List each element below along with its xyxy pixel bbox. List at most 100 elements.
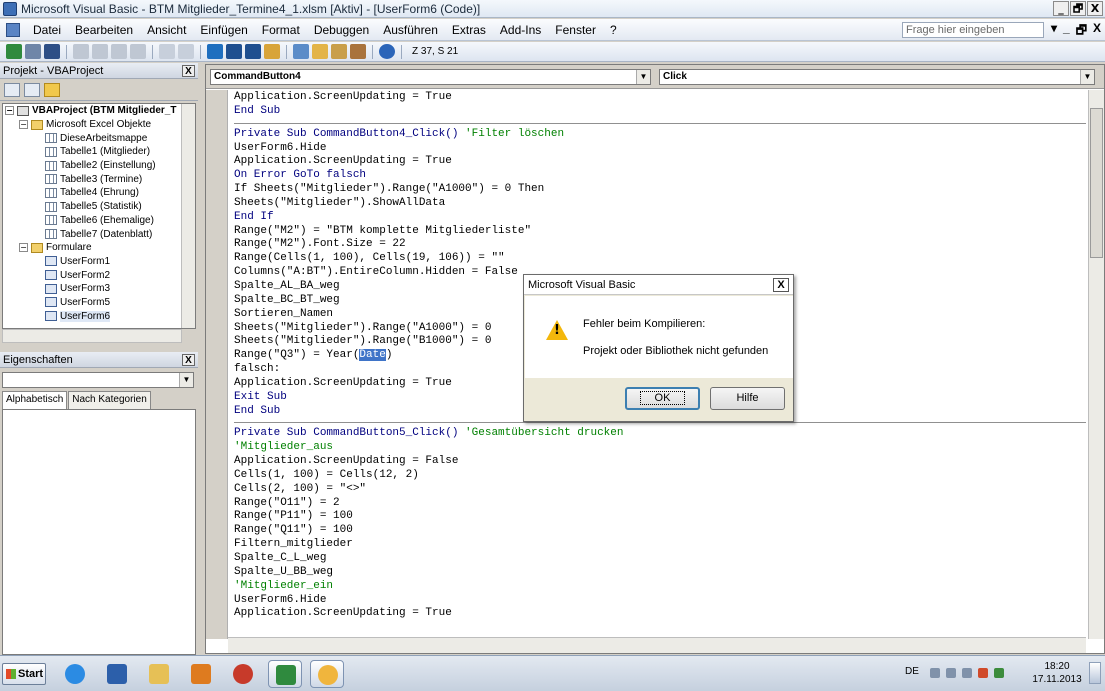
taskbar-internet-explorer[interactable] [58, 660, 92, 688]
menu-bearbeiten[interactable]: Bearbeiten [68, 23, 140, 37]
minimize-button[interactable]: _ [1053, 1, 1069, 16]
menu-addins[interactable]: Add-Ins [493, 23, 548, 37]
view-code-icon[interactable] [4, 82, 20, 97]
chevron-down-icon[interactable]: ▼ [1080, 70, 1094, 84]
code-line[interactable]: Cells(2, 100) = "<>" [234, 483, 1086, 497]
code-line[interactable]: If Sheets("Mitglieder").Range("A1000") =… [234, 183, 1086, 197]
tree-item-sheet[interactable]: Tabelle4 (Ehrung) [3, 186, 195, 200]
code-line[interactable]: Range("P11") = 100 [234, 510, 1086, 524]
code-line[interactable]: On Error GoTo falsch [234, 169, 1086, 183]
help-icon[interactable] [379, 44, 395, 59]
tree-item-sheet[interactable]: Tabelle1 (Mitglieder) [3, 145, 195, 159]
object-browser-icon[interactable] [331, 44, 347, 59]
tab-nach-kategorien[interactable]: Nach Kategorien [68, 391, 151, 409]
menu-help[interactable]: ? [603, 23, 624, 37]
code-line[interactable]: Range("M2").Font.Size = 22 [234, 238, 1086, 252]
code-line[interactable]: Filtern_mitglieder [234, 538, 1086, 552]
tree-item-sheet[interactable]: Tabelle6 (Ehemalige) [3, 214, 195, 228]
vba-app-icon[interactable] [3, 1, 17, 16]
tree-item-excel-objects[interactable]: − Microsoft Excel Objekte [3, 118, 195, 132]
code-line[interactable]: Private Sub CommandButton4_Click() 'Filt… [234, 128, 1086, 142]
copy-icon[interactable] [92, 44, 108, 59]
properties-window-icon[interactable] [312, 44, 328, 59]
save-icon[interactable] [44, 44, 60, 59]
run-icon[interactable] [207, 44, 223, 59]
find-icon[interactable] [130, 44, 146, 59]
reset-icon[interactable] [245, 44, 261, 59]
procedure-combo[interactable]: Click ▼ [659, 69, 1095, 85]
chevron-down-icon[interactable]: ▼ [636, 70, 650, 84]
taskbar-outlook[interactable] [184, 660, 218, 688]
collapse-icon[interactable]: − [19, 243, 28, 253]
menu-ausfuehren[interactable]: Ausführen [376, 23, 445, 37]
show-desktop-button[interactable] [1089, 662, 1101, 684]
dialog-close-button[interactable]: X [773, 277, 789, 292]
menu-einfuegen[interactable]: Einfügen [193, 23, 254, 37]
code-line[interactable]: Application.ScreenUpdating = False [234, 455, 1086, 469]
tree-item-formulare[interactable]: − Formulare [3, 241, 195, 255]
code-line[interactable]: Range("M2") = "BTM komplette Mitgliederl… [234, 225, 1086, 239]
tree-item-userform[interactable]: UserForm5 [3, 296, 195, 310]
menu-datei[interactable]: Datei [26, 23, 68, 37]
scrollbar-thumb[interactable] [1090, 108, 1103, 258]
taskbar-excel[interactable] [268, 660, 302, 688]
redo-icon[interactable] [178, 44, 194, 59]
code-line[interactable]: Private Sub CommandButton5_Click() 'Gesa… [234, 427, 1086, 441]
battery-icon[interactable] [962, 668, 972, 678]
menu-debuggen[interactable]: Debuggen [307, 23, 376, 37]
tab-alphabetisch[interactable]: Alphabetisch [2, 391, 68, 409]
tree-item-sheet[interactable]: DieseArbeitsmappe [3, 131, 195, 145]
paste-icon[interactable] [111, 44, 127, 59]
taskbar-word[interactable] [100, 660, 134, 688]
ask-question-input[interactable]: Frage hier eingeben [902, 22, 1044, 38]
tree-item-userform[interactable]: UserForm6 [3, 309, 195, 323]
close-button[interactable]: X [1087, 1, 1103, 16]
tree-item-userform[interactable]: UserForm3 [3, 282, 195, 296]
taskbar-vba-editor[interactable] [310, 660, 344, 688]
undo-icon[interactable] [159, 44, 175, 59]
design-mode-icon[interactable] [264, 44, 280, 59]
code-line[interactable]: Range("O11") = 2 [234, 497, 1086, 511]
show-hidden-icons-icon[interactable] [930, 668, 940, 678]
collapse-icon[interactable]: − [5, 106, 14, 116]
ok-button[interactable]: OK [625, 387, 700, 410]
collapse-icon[interactable]: − [19, 120, 28, 130]
ask-dropdown-icon[interactable]: ▾ [1051, 21, 1057, 42]
break-icon[interactable] [226, 44, 242, 59]
code-margin-indicator-bar[interactable] [206, 90, 228, 639]
mdi-minimize-button[interactable]: _ [1063, 21, 1070, 42]
view-object-icon[interactable] [24, 82, 40, 97]
chevron-down-icon[interactable]: ▼ [179, 373, 193, 387]
menu-fenster[interactable]: Fenster [548, 23, 603, 37]
project-explorer-icon[interactable] [293, 44, 309, 59]
code-line[interactable]: Range("Q11") = 100 [234, 524, 1086, 538]
object-combo[interactable]: CommandButton4 ▼ [210, 69, 651, 85]
code-line[interactable]: Application.ScreenUpdating = True [234, 91, 1086, 105]
restore-button[interactable]: 🗗 [1070, 1, 1086, 16]
code-line[interactable]: 'Mitglieder_ein [234, 580, 1086, 594]
properties-object-select[interactable]: ▼ [2, 372, 194, 388]
project-explorer-close-button[interactable]: X [182, 64, 195, 77]
code-horizontal-scrollbar[interactable] [228, 637, 1086, 653]
code-line[interactable]: UserForm6.Hide [234, 594, 1086, 608]
tree-item-vbaproject[interactable]: − VBAProject (BTM Mitglieder_T [3, 104, 195, 118]
clock[interactable]: 18:20 17.11.2013 [1032, 660, 1082, 686]
tree-item-sheet[interactable]: Tabelle3 (Termine) [3, 172, 195, 186]
network-icon[interactable] [946, 668, 956, 678]
security-icon[interactable] [994, 668, 1004, 678]
tree-item-sheet[interactable]: Tabelle5 (Statistik) [3, 200, 195, 214]
code-line[interactable]: End Sub [234, 105, 1086, 119]
language-indicator[interactable]: DE [905, 666, 919, 677]
action-center-icon[interactable] [978, 668, 988, 678]
code-window-icon[interactable] [6, 22, 20, 37]
insert-userform-icon[interactable] [25, 44, 41, 59]
code-line[interactable]: 'Mitglieder_aus [234, 441, 1086, 455]
taskbar-explorer[interactable] [142, 660, 176, 688]
code-vertical-scrollbar[interactable] [1088, 90, 1104, 639]
code-line[interactable]: Sheets("Mitglieder").ShowAllData [234, 197, 1086, 211]
code-line[interactable]: Cells(1, 100) = Cells(12, 2) [234, 469, 1086, 483]
tree-item-userform[interactable]: UserForm1 [3, 255, 195, 269]
taskbar-media[interactable] [226, 660, 260, 688]
tree-item-sheet[interactable]: Tabelle7 (Datenblatt) [3, 227, 195, 241]
tree-item-sheet[interactable]: Tabelle2 (Einstellung) [3, 159, 195, 173]
